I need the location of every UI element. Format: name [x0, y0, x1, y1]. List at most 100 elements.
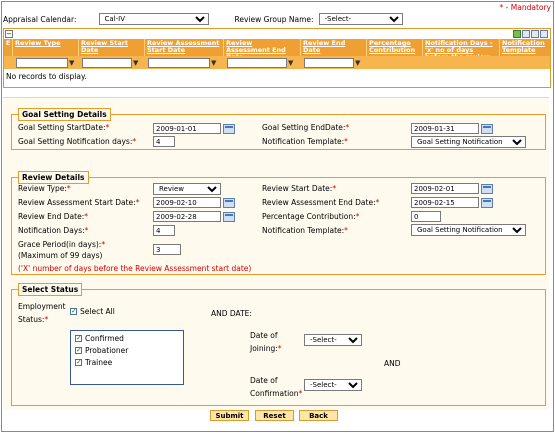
- filter-assess-end-input[interactable]: [227, 57, 287, 68]
- grace-input[interactable]: [153, 244, 181, 255]
- filter-end-date-input[interactable]: [304, 57, 354, 68]
- assess-end-row: Review Assessment End Date: *: [262, 198, 380, 207]
- grace-row: Grace Period(in days): *: [18, 240, 106, 249]
- select-all-label: Select All: [80, 307, 115, 316]
- submit-button[interactable]: Submit: [210, 410, 249, 421]
- review-template-label: Notification Template:: [262, 226, 345, 235]
- filter-bar: Appraisal Calendar: Cal-IV Review Group …: [3, 13, 403, 25]
- filter-icon[interactable]: ▼: [133, 59, 140, 67]
- grid-filter-row: ▼ ▼ ▼ ▼ ▼: [4, 56, 550, 69]
- grid-toolbar: [513, 30, 548, 38]
- calendar-icon[interactable]: [223, 211, 235, 222]
- goal-notif-days-input[interactable]: [153, 136, 175, 147]
- grace-label: Grace Period(in days):: [18, 240, 102, 249]
- col-notification-template[interactable]: Notification Template: [500, 39, 550, 56]
- goal-setting-title: Goal Setting Details: [18, 108, 111, 121]
- filter-start-date-input[interactable]: [82, 57, 132, 68]
- review-notif-days-input[interactable]: [153, 225, 175, 236]
- col-assessment-start-date[interactable]: Review Assessment Start Date: [145, 39, 224, 56]
- review-end-row: Review End Date: *: [18, 212, 88, 221]
- joining-label-line2: Joining:: [250, 344, 278, 353]
- employment-status-list[interactable]: Confirmed Probationer Trainee: [70, 330, 184, 385]
- status-item-confirmed[interactable]: Confirmed: [75, 334, 183, 343]
- filter-review-type-input[interactable]: [16, 57, 68, 68]
- trainee-checkbox[interactable]: [75, 358, 82, 366]
- print-icon[interactable]: [540, 30, 548, 38]
- review-note-text: ('X' number of days before the Review As…: [18, 264, 252, 273]
- col-notification-days[interactable]: Notification Days - 'x' no of days befor…: [423, 39, 500, 56]
- review-start-input[interactable]: [411, 183, 479, 194]
- confirmed-checkbox[interactable]: [75, 334, 82, 342]
- col-assessment-end-date[interactable]: Review Assessment End Date: [224, 39, 301, 56]
- calendar-icon[interactable]: [481, 183, 493, 194]
- goal-start-input[interactable]: [153, 123, 221, 134]
- goal-template-row: Notification Template: *: [262, 137, 348, 146]
- review-notif-row: Notification Days: *: [18, 226, 89, 235]
- goal-end-field: [411, 123, 493, 134]
- collapse-icon[interactable]: −: [5, 30, 13, 38]
- review-details-title: Review Details: [18, 171, 89, 184]
- confirmation-date-select[interactable]: -Select-: [304, 379, 362, 391]
- review-type-row: Review Type: *: [18, 184, 71, 193]
- status-item-probationer[interactable]: Probationer: [75, 346, 183, 355]
- calendar-icon[interactable]: [223, 123, 235, 134]
- goal-start-label: Goal Setting StartDate:: [18, 123, 106, 132]
- goal-end-input[interactable]: [411, 123, 479, 134]
- mandatory-note: * - Mandatory: [499, 3, 551, 12]
- col-review-type[interactable]: Review Type: [13, 39, 79, 56]
- review-type-select[interactable]: Review: [153, 183, 221, 195]
- employment-label-line2: Status:: [18, 315, 45, 324]
- assess-start-label: Review Assessment Start Date:: [18, 198, 136, 207]
- review-end-input[interactable]: [153, 211, 221, 222]
- and-date-label: AND DATE:: [211, 309, 252, 318]
- export-icon[interactable]: [513, 30, 521, 38]
- review-type-label: Review Type:: [18, 184, 67, 193]
- col-percentage-contribution[interactable]: Percentage Contribution: [367, 39, 423, 56]
- filter-icon[interactable]: ▼: [69, 59, 76, 67]
- refresh-icon[interactable]: [531, 30, 539, 38]
- trainee-label: Trainee: [85, 358, 113, 367]
- joining-label: Date of Joining:*: [250, 331, 282, 353]
- joining-date-select[interactable]: -Select-: [304, 334, 362, 346]
- grace-max-row: (Maximum of 99 days): [18, 251, 102, 260]
- assess-end-label: Review Assessment End Date:: [262, 198, 376, 207]
- select-all-row[interactable]: Select All: [70, 307, 115, 316]
- assess-start-input[interactable]: [153, 197, 221, 208]
- assess-end-input[interactable]: [411, 197, 479, 208]
- status-item-trainee[interactable]: Trainee: [75, 358, 183, 367]
- filter-icon[interactable]: ▼: [355, 59, 362, 67]
- calendar-icon[interactable]: [481, 197, 493, 208]
- appraisal-calendar-select[interactable]: Cal-IV: [98, 13, 209, 25]
- calendar-icon[interactable]: [223, 197, 235, 208]
- goal-template-select[interactable]: Goal Setting Notification: [411, 136, 526, 148]
- probationer-checkbox[interactable]: [75, 346, 82, 354]
- col-review-end-date[interactable]: Review End Date: [301, 39, 367, 56]
- calendar-icon[interactable]: [481, 123, 493, 134]
- assess-start-row: Review Assessment Start Date: *: [18, 198, 140, 207]
- reset-button[interactable]: Reset: [255, 410, 294, 421]
- col-review-start-date[interactable]: Review Start Date: [79, 39, 145, 56]
- filter-icon[interactable]: ▼: [288, 59, 295, 67]
- review-group-select[interactable]: -Select-: [318, 13, 403, 25]
- review-group-label: Review Group Name:: [234, 14, 314, 24]
- assess-end-field: [411, 197, 493, 208]
- back-button[interactable]: Back: [299, 410, 338, 421]
- expand-column: E: [4, 39, 13, 56]
- and-label: AND: [384, 359, 401, 368]
- filter-assess-start-input[interactable]: [148, 57, 210, 68]
- goal-end-row: Goal Setting EndDate: *: [262, 123, 350, 132]
- filter-icon[interactable]: ▼: [211, 59, 218, 67]
- goal-template-label: Notification Template:: [262, 137, 345, 146]
- pct-row: Percentage Contribution: *: [262, 212, 360, 221]
- employment-label-line1: Employment: [18, 302, 66, 311]
- review-end-label: Review End Date:: [18, 212, 85, 221]
- pct-input[interactable]: [411, 211, 441, 222]
- save-icon[interactable]: [522, 30, 530, 38]
- no-records-text: No records to display.: [6, 72, 87, 81]
- review-end-field: [153, 211, 235, 222]
- review-start-field: [411, 183, 493, 194]
- confirmation-label-line1: Date of: [250, 376, 278, 385]
- select-all-checkbox[interactable]: [70, 307, 77, 315]
- review-template-select[interactable]: Goal Setting Notification: [411, 224, 526, 236]
- and-row: AND: [384, 359, 401, 368]
